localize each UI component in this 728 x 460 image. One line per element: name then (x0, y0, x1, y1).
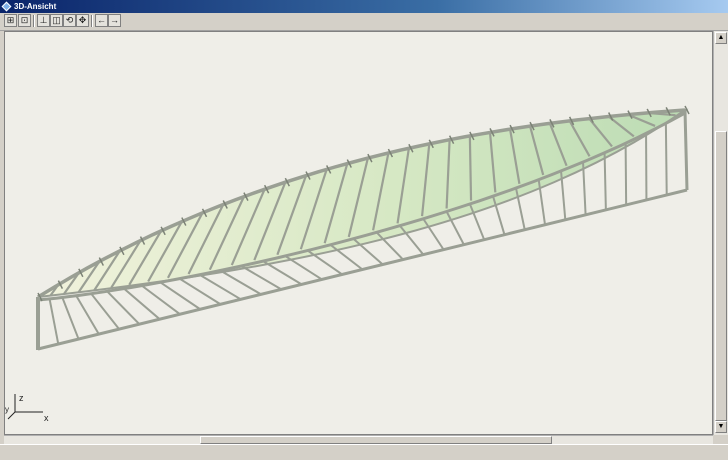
wall-post (308, 251, 343, 275)
zoom-fit-button[interactable]: ⊞ (4, 14, 17, 27)
scroll-down-button[interactable]: ▼ (715, 421, 727, 433)
view-front-button[interactable]: ⊥ (37, 14, 50, 27)
zoom-fit-icon: ⊞ (7, 15, 15, 25)
window-title: 3D-Ansicht (14, 0, 56, 13)
view-front-icon: ⊥ (40, 15, 48, 25)
wall-post (76, 296, 99, 334)
toolbar: ⊞ ⊡ ⊥ ◫ ⟲ ✥ ← → (0, 13, 728, 31)
rotate-icon: ⟲ (66, 15, 74, 25)
3d-model: z x y (5, 32, 712, 434)
axis-indicator: z x y (5, 393, 49, 423)
scroll-up-button[interactable]: ▲ (715, 32, 727, 44)
axis-z-label: z (19, 393, 24, 403)
roof-rafter (470, 136, 471, 201)
toolbar-separator (33, 15, 35, 27)
arrow-right-icon: → (110, 15, 119, 25)
zoom-window-icon: ⊡ (21, 15, 29, 25)
rotate-button[interactable]: ⟲ (63, 14, 76, 27)
wall-post (583, 162, 586, 215)
scrollbar-corner (713, 435, 728, 444)
zoom-window-button[interactable]: ⊡ (18, 14, 31, 27)
pan-icon: ✥ (79, 15, 87, 25)
redo-view-button[interactable]: → (108, 14, 121, 27)
window-icon (2, 2, 12, 12)
wall-post (666, 123, 667, 195)
horizontal-scrollbar[interactable] (4, 435, 713, 444)
axis-x-label: x (44, 413, 49, 423)
view-iso-button[interactable]: ◫ (50, 14, 63, 27)
roof-structure (38, 106, 689, 350)
status-bar (0, 444, 728, 460)
wall-post (62, 297, 78, 339)
wall-post (285, 256, 322, 279)
axis-y-label: y (5, 405, 9, 414)
wall-post (50, 299, 59, 344)
view-iso-icon: ◫ (52, 15, 61, 25)
toolbar-separator (91, 15, 93, 27)
arrow-left-icon: ← (97, 15, 106, 25)
wall-post (605, 153, 606, 210)
wall-post (626, 143, 627, 205)
undo-view-button[interactable]: ← (95, 14, 108, 27)
pan-button[interactable]: ✥ (76, 14, 89, 27)
3d-viewport[interactable]: z x y (4, 31, 713, 435)
title-bar: 3D-Ansicht (0, 0, 728, 13)
end-post-right (685, 110, 687, 190)
horizontal-scroll-thumb[interactable] (200, 436, 552, 444)
vertical-scroll-thumb[interactable] (715, 131, 727, 421)
vertical-scrollbar[interactable]: ▲ ▼ (713, 31, 728, 435)
